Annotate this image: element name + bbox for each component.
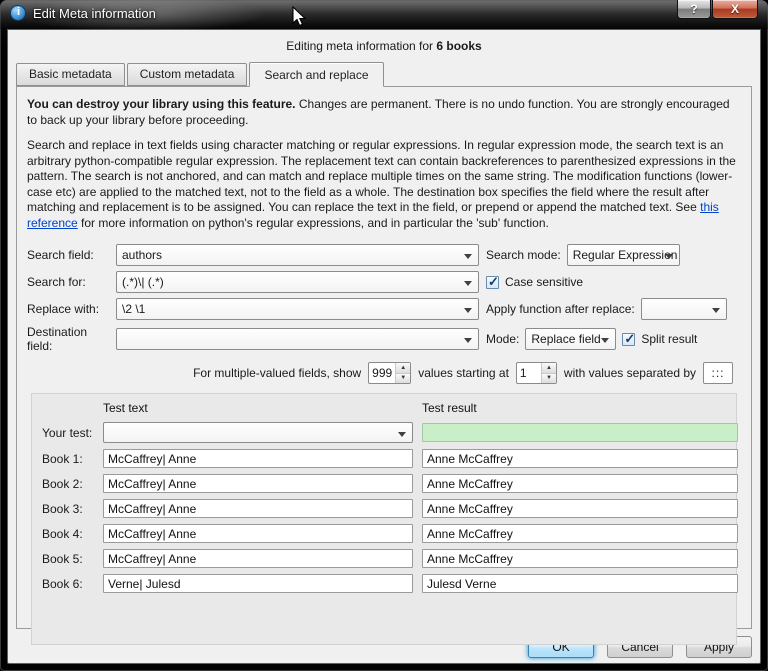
chevron-down-icon <box>464 338 472 343</box>
mode-combo[interactable]: Replace field <box>525 328 617 350</box>
separator-field[interactable]: ::: <box>703 362 733 384</box>
multi-text-1: For multiple-valued fields, show <box>193 366 362 380</box>
book-1-label: Book 1: <box>42 451 83 466</box>
search-mode-value: Regular Expression <box>572 248 678 262</box>
tab-basic-metadata[interactable]: Basic metadata <box>16 63 125 86</box>
warning-paragraph: You can destroy your library using this … <box>27 97 741 128</box>
search-field-label: Search field: <box>27 248 94 262</box>
chevron-down-icon <box>464 308 472 313</box>
replace-with-label: Replace with: <box>27 302 100 316</box>
dialog-window: Edit Meta information ? X Editing meta i… <box>0 0 768 671</box>
dialog-content: Editing meta information for 6 books Bas… <box>7 29 761 664</box>
book-6-label: Book 6: <box>42 576 83 591</box>
book-2-result[interactable] <box>422 474 738 493</box>
book-4-result[interactable] <box>422 524 738 543</box>
start-at-value: 1 <box>519 366 527 380</box>
search-replace-panel: You can destroy your library using this … <box>16 86 752 645</box>
chevron-down-icon <box>601 338 610 343</box>
book-6-result[interactable] <box>422 574 738 593</box>
show-count-spinbox[interactable]: 999 ▲ ▼ <box>368 362 412 384</box>
editing-header: Editing meta information for 6 books <box>8 30 760 56</box>
description-paragraph: Search and replace in text fields using … <box>27 138 741 231</box>
test-area: Test text Test result Your test: Book 1:… <box>31 393 738 645</box>
chevron-down-icon <box>398 432 406 437</box>
apply-function-combo[interactable] <box>640 298 727 320</box>
book-5-result[interactable] <box>422 549 738 568</box>
book-3-label: Book 3: <box>42 501 83 516</box>
tab-search-and-replace[interactable]: Search and replace <box>249 62 384 87</box>
multi-text-2: values starting at <box>418 366 509 380</box>
chevron-down-icon <box>464 281 472 286</box>
split-result-label: Split result <box>641 332 698 346</box>
book-1-text-input[interactable] <box>103 449 413 468</box>
spin-down-icon[interactable]: ▼ <box>396 373 411 383</box>
test-result-column-header: Test result <box>422 401 477 415</box>
description-part1: Search and replace in text fields using … <box>27 138 736 214</box>
book-4-label: Book 4: <box>42 526 83 541</box>
search-field-value: authors <box>122 248 163 262</box>
search-mode-combo[interactable]: Regular Expression <box>566 244 680 266</box>
spin-up-icon[interactable]: ▲ <box>541 363 556 374</box>
search-replace-form: Search field: authors Search mode: Regul… <box>27 244 741 353</box>
title-bar[interactable]: Edit Meta information ? X <box>0 0 768 29</box>
destination-field-combo[interactable] <box>116 328 479 350</box>
spin-up-icon[interactable]: ▲ <box>396 363 411 374</box>
tab-bar: Basic metadata Custom metadata Search an… <box>8 62 760 87</box>
case-sensitive-checkbox[interactable] <box>486 274 499 290</box>
your-test-label: Your test: <box>42 425 93 440</box>
description-part2: for more information on python's regular… <box>77 215 549 230</box>
show-count-value: 999 <box>372 366 393 380</box>
start-at-spinbox[interactable]: 1 ▲ ▼ <box>515 362 557 384</box>
book-3-text-input[interactable] <box>103 499 413 518</box>
book-5-label: Book 5: <box>42 551 83 566</box>
book-1-result[interactable] <box>422 449 738 468</box>
close-button[interactable]: X <box>712 0 758 19</box>
apply-function-label: Apply function after replace: <box>486 302 635 316</box>
multi-text-3: with values separated by <box>563 366 696 380</box>
app-icon <box>10 5 26 21</box>
help-button[interactable]: ? <box>677 0 711 19</box>
book-5-text-input[interactable] <box>103 549 413 568</box>
search-field-combo[interactable]: authors <box>116 244 479 266</box>
mode-value: Replace field <box>531 332 601 346</box>
search-mode-label: Search mode: <box>486 248 561 262</box>
case-sensitive-label: Case sensitive <box>505 275 584 289</box>
chevron-down-icon <box>711 308 720 313</box>
spin-down-icon[interactable]: ▼ <box>541 373 556 383</box>
your-test-result <box>422 423 738 442</box>
editing-header-count: 6 books <box>436 39 482 53</box>
split-result-checkbox[interactable] <box>622 331 636 347</box>
search-for-combo[interactable]: (.*)\| (.*) <box>116 271 479 293</box>
tab-custom-metadata[interactable]: Custom metadata <box>126 63 248 86</box>
chevron-down-icon <box>664 254 673 259</box>
destination-field-label: Destination field: <box>27 325 88 353</box>
editing-header-prefix: Editing meta information for <box>286 39 437 53</box>
multiple-values-row: For multiple-valued fields, show 999 ▲ ▼… <box>17 362 733 384</box>
mode-label: Mode: <box>486 332 520 346</box>
chevron-down-icon <box>464 254 472 259</box>
warning-bold-text: You can destroy your library using this … <box>27 97 296 111</box>
book-3-result[interactable] <box>422 499 738 518</box>
book-4-text-input[interactable] <box>103 524 413 543</box>
book-2-label: Book 2: <box>42 476 83 491</box>
replace-with-combo[interactable]: \2 \1 <box>116 298 479 320</box>
search-for-label: Search for: <box>27 275 86 289</box>
search-for-value: (.*)\| (.*) <box>122 275 164 289</box>
your-test-combo[interactable] <box>103 422 413 443</box>
book-2-text-input[interactable] <box>103 474 413 493</box>
window-title: Edit Meta information <box>33 5 156 21</box>
test-text-column-header: Test text <box>103 401 148 415</box>
book-6-text-input[interactable] <box>103 574 413 593</box>
replace-with-value: \2 \1 <box>122 302 146 316</box>
